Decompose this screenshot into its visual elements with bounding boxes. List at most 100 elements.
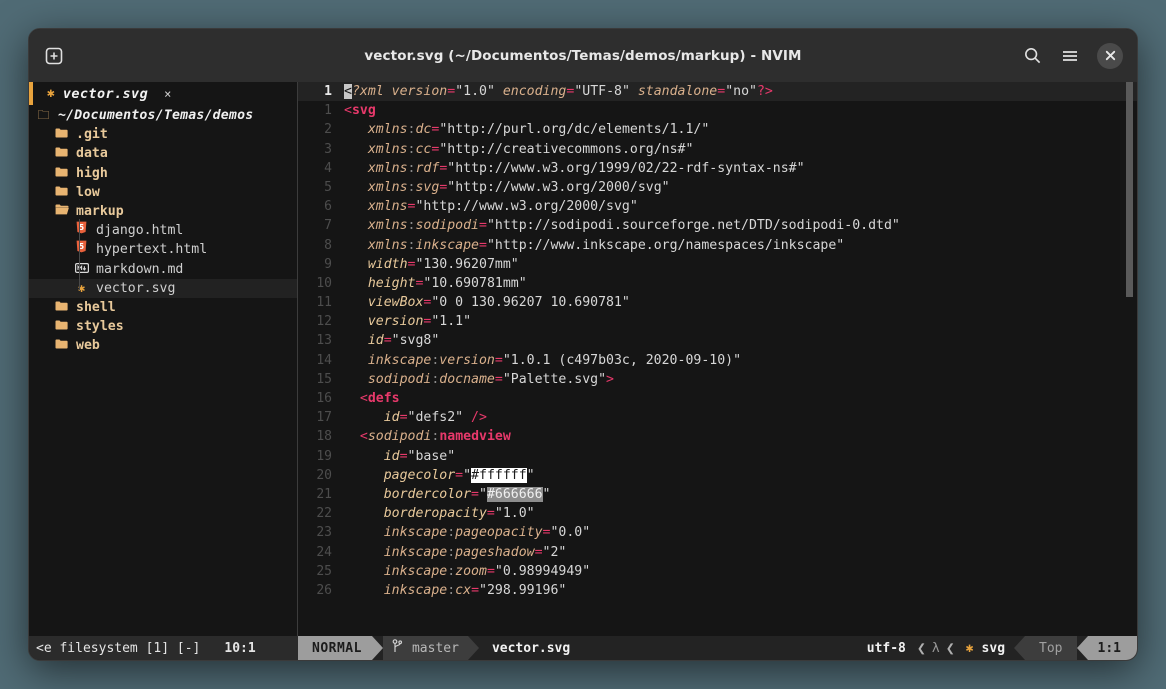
window-titlebar: vector.svg (~/Documentos/Temas/demos/mar… (29, 29, 1137, 82)
tree-item-web[interactable]: web (29, 336, 297, 355)
code-text: xmlns:inkscape="http://www.inkscape.org/… (344, 236, 1137, 255)
close-icon[interactable] (1097, 42, 1123, 69)
code-line[interactable]: 7 xmlns:sodipodi="http://sodipodi.source… (298, 216, 1137, 235)
code-token: svg (351, 103, 376, 119)
file-tree: 🗀 ~/Documentos/Temas/demos .git data high l… (29, 105, 297, 355)
code-token: : (447, 582, 456, 598)
svg-asterisk-icon: ✱ (47, 86, 55, 101)
code-line[interactable]: 21 bordercolor="#666666" (298, 485, 1137, 504)
tree-item-low[interactable]: low (29, 183, 297, 202)
code-line[interactable]: 19 id="base" (298, 447, 1137, 466)
code-line[interactable]: 23 inkscape:pageopacity="0.0" (298, 523, 1137, 542)
code-token: "http://www.w3.org/1999/02/22-rdf-syntax… (447, 160, 805, 176)
code-token: = (471, 486, 479, 502)
tree-item-markdown-md[interactable]: markdown.md (29, 260, 297, 279)
close-icon[interactable]: × (164, 87, 171, 101)
code-token: "0.0" (550, 525, 591, 541)
code-token: borderopacity (344, 506, 487, 522)
code-editor[interactable]: 1 <?xml version="1.0" encoding="UTF-8" st… (298, 82, 1137, 636)
code-token: width (344, 256, 408, 272)
code-line[interactable]: 17 id="defs2" /> (298, 408, 1137, 427)
code-token: > (606, 371, 614, 387)
code-line[interactable]: 26 inkscape:cx="298.99196" (298, 581, 1137, 600)
folder-icon (53, 317, 70, 336)
branch-arrow-divider (467, 636, 479, 660)
code-token: " (479, 486, 487, 502)
code-line[interactable]: 16 <defs (298, 389, 1137, 408)
code-line[interactable]: 18 <sodipodi:namedview (298, 427, 1137, 446)
status-branch-label: master (411, 640, 459, 656)
code-token: = (494, 371, 503, 387)
plus-box-icon[interactable] (43, 45, 65, 67)
code-text: <sodipodi:namedview (344, 427, 1137, 446)
code-token: "130.96207mm" (415, 256, 519, 272)
tree-root-row[interactable]: 🗀 ~/Documentos/Temas/demos (29, 106, 297, 125)
line-number: 13 (316, 333, 332, 349)
code-line[interactable]: 6 xmlns="http://www.w3.org/2000/svg" (298, 197, 1137, 216)
code-token: dc (415, 122, 432, 138)
tree-item--git[interactable]: .git (29, 125, 297, 144)
code-token: = (399, 410, 408, 426)
tree-item-vector-svg[interactable]: ✱ vector.svg (29, 278, 297, 298)
hamburger-menu-icon[interactable] (1059, 45, 1081, 67)
code-line[interactable]: 11 viewBox="0 0 130.96207 10.690781" (298, 293, 1137, 312)
tree-item-label: styles (76, 319, 124, 335)
code-token: "http://creativecommons.org/ns#" (439, 141, 694, 157)
line-number: 18 (316, 429, 332, 445)
code-line[interactable]: 22 borderopacity="1.0" (298, 504, 1137, 523)
tree-item-label: vector.svg (96, 280, 176, 296)
code-line[interactable]: 3 xmlns:cc="http://creativecommons.org/n… (298, 140, 1137, 159)
code-line[interactable]: 8 xmlns:inkscape="http://www.inkscape.or… (298, 236, 1137, 255)
tree-item-django-html[interactable]: 5 django.html (29, 221, 297, 240)
line-number: 3 (324, 141, 332, 157)
code-token: "svg8" (391, 333, 440, 349)
code-line[interactable]: 13 id="svg8" (298, 331, 1137, 350)
status-spacer (579, 636, 858, 660)
titlebar-left-controls (43, 45, 65, 67)
code-text: xmlns:rdf="http://www.w3.org/1999/02/22-… (344, 159, 1137, 178)
line-number: 14 (316, 352, 332, 368)
line-number: 20 (316, 467, 332, 483)
search-icon[interactable] (1021, 45, 1043, 67)
line-number: 17 (316, 410, 332, 426)
code-line[interactable]: 2 xmlns:dc="http://purl.org/dc/elements/… (298, 120, 1137, 139)
code-line[interactable]: 24 inkscape:pageshadow="2" (298, 543, 1137, 562)
code-line[interactable]: 1 <svg (298, 101, 1137, 120)
tree-item-label: markdown.md (96, 261, 184, 277)
code-line[interactable]: 5 xmlns:svg="http://www.w3.org/2000/svg" (298, 178, 1137, 197)
code-token: "http://purl.org/dc/elements/1.1/" (439, 122, 710, 138)
window-body: ✱ vector.svg × 🗀 ~/Documentos/Temas/demo… (29, 82, 1137, 636)
line-number: 12 (316, 314, 332, 330)
status-filetype: ✱ svg (956, 636, 1015, 660)
code-line[interactable]: 15 sodipodi:docname="Palette.svg"> (298, 370, 1137, 389)
code-token: < (344, 103, 352, 119)
code-line[interactable]: 25 inkscape:zoom="0.98994949" (298, 562, 1137, 581)
code-token: "1.0" (455, 84, 495, 99)
code-line[interactable]: 1 <?xml version="1.0" encoding="UTF-8" st… (298, 82, 1137, 102)
scrollbar-thumb[interactable] (1126, 82, 1133, 297)
code-token: inkscape (344, 352, 432, 368)
code-token: < (344, 429, 368, 445)
code-line[interactable]: 14 inkscape:version="1.0.1 (c497b03c, 20… (298, 351, 1137, 370)
status-git-branch[interactable]: master (382, 636, 468, 660)
code-token: xmlns (344, 237, 408, 253)
code-line[interactable]: 12 version="1.1" (298, 312, 1137, 331)
status-filesystem-text: <e filesystem [1] [-] (36, 640, 201, 656)
tree-item-high[interactable]: high (29, 164, 297, 183)
tab-vector-svg[interactable]: ✱ vector.svg × (29, 82, 182, 105)
code-token: = (494, 352, 503, 368)
code-line[interactable]: 10 height="10.690781mm" (298, 274, 1137, 293)
code-token: "0.98994949" (494, 563, 591, 579)
tree-item-label: hypertext.html (96, 242, 208, 258)
code-line[interactable]: 20 pagecolor="#ffffff" (298, 466, 1137, 485)
html5-icon: 5 (73, 221, 90, 240)
tree-item-shell[interactable]: shell (29, 298, 297, 317)
code-token: "Palette.svg" (502, 371, 607, 387)
scrollbar-track[interactable] (1126, 82, 1135, 636)
tree-item-markup[interactable]: markup (29, 202, 297, 221)
tree-item-styles[interactable]: styles (29, 317, 297, 336)
code-line[interactable]: 4 xmlns:rdf="http://www.w3.org/1999/02/2… (298, 159, 1137, 178)
tree-item-data[interactable]: data (29, 144, 297, 163)
code-line[interactable]: 9 width="130.96207mm" (298, 255, 1137, 274)
tree-item-hypertext-html[interactable]: 5 hypertext.html (29, 240, 297, 259)
